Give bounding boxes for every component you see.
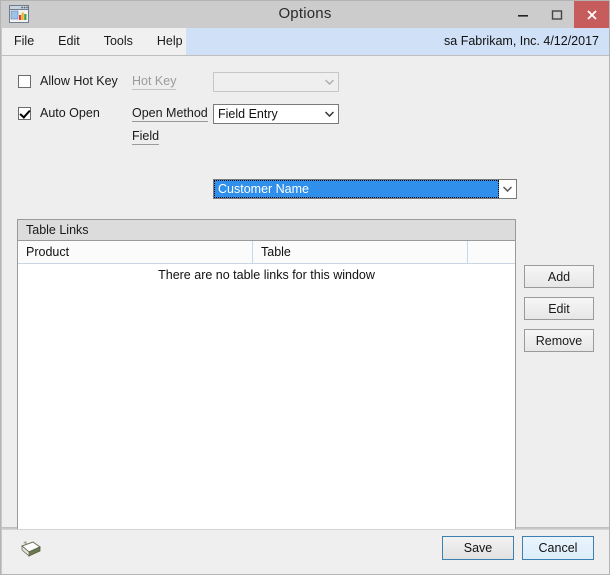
column-header-table[interactable]: Table: [253, 241, 468, 263]
hot-key-dropdown: [213, 72, 339, 92]
chevron-down-icon[interactable]: [321, 105, 338, 123]
chevron-down-icon[interactable]: [499, 186, 516, 192]
client-area: Allow Hot Key Auto Open Hot Key Open Met…: [2, 56, 609, 574]
allow-hot-key-label: Allow Hot Key: [40, 74, 118, 88]
note-icon[interactable]: [18, 538, 44, 562]
footer-bar: [2, 529, 609, 574]
menu-item-help[interactable]: Help: [145, 28, 195, 55]
maximize-button[interactable]: [540, 1, 574, 28]
title-bar: Options: [1, 1, 609, 28]
auto-open-checkbox[interactable]: [18, 106, 31, 120]
auto-open-row[interactable]: Auto Open: [18, 106, 100, 120]
menu-item-edit[interactable]: Edit: [46, 28, 92, 55]
add-button[interactable]: Add: [524, 265, 594, 288]
remove-button[interactable]: Remove: [524, 329, 594, 352]
empty-list-message: There are no table links for this window: [158, 268, 375, 282]
auto-open-label: Auto Open: [40, 106, 100, 120]
field-value: Customer Name: [218, 182, 309, 196]
column-header-product[interactable]: Product: [18, 241, 253, 263]
open-method-dropdown[interactable]: Field Entry: [213, 104, 339, 124]
table-links-list[interactable]: There are no table links for this window: [18, 264, 515, 574]
edit-button[interactable]: Edit: [524, 297, 594, 320]
open-method-label: Open Method: [132, 106, 208, 122]
status-strip: sa Fabrikam, Inc. 4/12/2017: [186, 28, 609, 55]
close-icon: [586, 9, 597, 20]
maximize-icon: [551, 9, 563, 20]
options-window: Options sa Fabrikam, Inc. 4/12/2017 File…: [0, 0, 610, 575]
table-links-group: Table Links Product Table There are no t…: [17, 219, 516, 574]
column-header-spacer: [468, 241, 515, 263]
allow-hot-key-row[interactable]: Allow Hot Key: [18, 74, 118, 88]
field-dropdown[interactable]: Customer Name: [213, 179, 517, 199]
chevron-down-icon: [321, 73, 338, 91]
allow-hot-key-checkbox[interactable]: [18, 74, 31, 88]
minimize-button[interactable]: [506, 1, 540, 28]
cancel-button[interactable]: Cancel: [522, 536, 594, 560]
save-button[interactable]: Save: [442, 536, 514, 560]
table-links-column-headers: Product Table: [18, 241, 515, 264]
menu-item-file[interactable]: File: [2, 28, 46, 55]
table-links-caption: Table Links: [18, 220, 515, 241]
field-label: Field: [132, 129, 160, 145]
menu-item-list: File Edit Tools Help: [2, 28, 195, 55]
menu-item-tools[interactable]: Tools: [92, 28, 145, 55]
hot-key-label: Hot Key: [132, 74, 177, 90]
open-method-value: Field Entry: [218, 107, 278, 121]
field-value-selection[interactable]: Customer Name: [214, 180, 499, 198]
menu-bar: sa Fabrikam, Inc. 4/12/2017 File Edit To…: [2, 28, 609, 56]
minimize-icon: [518, 14, 528, 17]
close-button[interactable]: [574, 1, 609, 28]
status-user-company-date: sa Fabrikam, Inc. 4/12/2017: [444, 34, 599, 48]
